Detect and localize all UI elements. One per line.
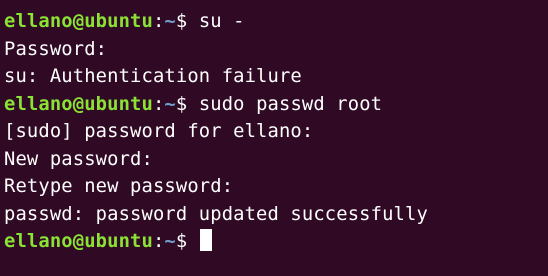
text-cursor xyxy=(199,229,212,251)
prompt-separator: : xyxy=(152,93,165,115)
output-line: Password: xyxy=(4,38,108,60)
prompt-symbol: $ xyxy=(175,231,199,252)
prompt-symbol: $ xyxy=(175,93,199,115)
prompt-line-active[interactable]: ellano@ubuntu:~$ xyxy=(4,228,548,256)
prompt-user: ellano@ubuntu xyxy=(4,11,153,32)
command-text: sudo passwd root xyxy=(198,93,383,115)
prompt-separator: : xyxy=(152,11,165,32)
prompt-user: ellano@ubuntu xyxy=(4,231,153,252)
output-line: Retype new password: xyxy=(4,176,234,197)
output-line: New password: xyxy=(4,148,153,170)
prompt-user: ellano@ubuntu xyxy=(4,93,153,115)
output-line: su: Authentication failure xyxy=(4,66,302,87)
prompt-line: ellano@ubuntu:~$ su - xyxy=(4,8,548,36)
output-line: [sudo] password for ellano: xyxy=(4,121,314,142)
prompt-path: ~ xyxy=(164,93,176,115)
output-line: passwd: password updated successfully xyxy=(4,203,428,225)
prompt-path: ~ xyxy=(164,231,176,252)
command-text: su - xyxy=(198,11,245,32)
prompt-symbol: $ xyxy=(175,11,199,32)
terminal-window[interactable]: ellano@ubuntu:~$ su - Password: su: Auth… xyxy=(0,0,548,276)
prompt-separator: : xyxy=(152,231,165,252)
prompt-path: ~ xyxy=(164,11,176,32)
prompt-line: ellano@ubuntu:~$ sudo passwd root xyxy=(4,91,548,119)
